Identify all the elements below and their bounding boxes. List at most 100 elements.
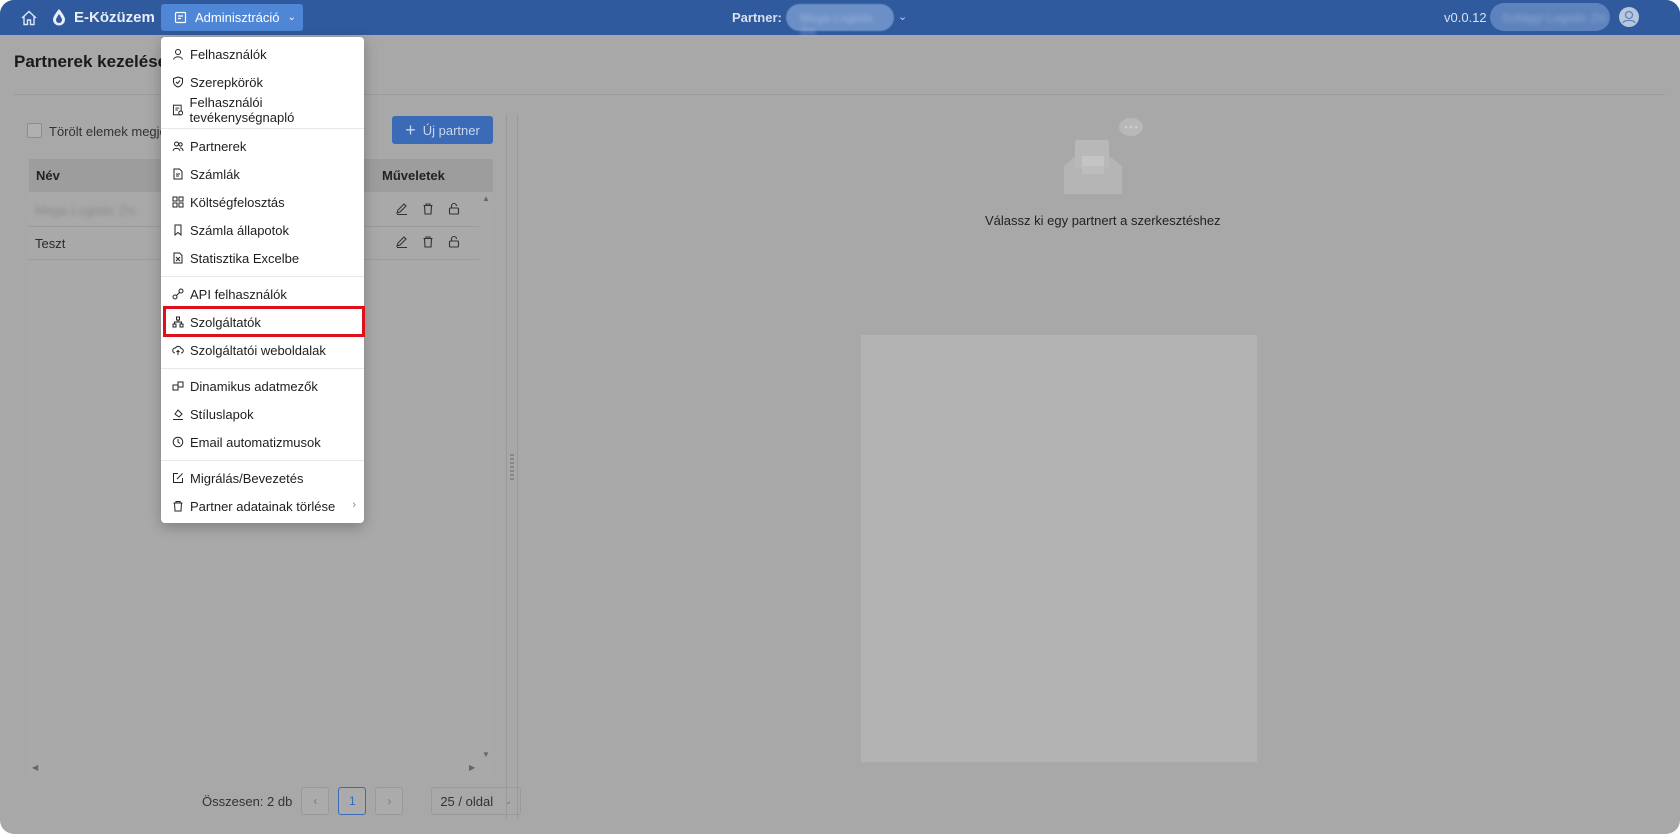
menu-item-tevekenysegnaplo[interactable]: Felhasználói tevékenységnapló	[161, 95, 364, 125]
prev-page-button[interactable]: ‹	[301, 787, 330, 815]
menu-item-label: Szolgáltatói weboldalak	[190, 342, 326, 358]
column-header-name[interactable]: Név	[36, 168, 60, 183]
chevron-down-icon: ⌄	[287, 12, 296, 23]
page-title: Partnerek kezelése	[14, 52, 168, 71]
app-name: E-Közüzem	[74, 8, 155, 26]
menu-item-szolgaltatoi-weboldalak[interactable]: Szolgáltatói weboldalak	[161, 336, 364, 364]
menu-item-label: Számlák	[190, 166, 240, 182]
row-name: Mega Logistic Zrt.	[35, 203, 139, 218]
chevron-right-icon: ›	[352, 499, 356, 511]
menu-item-label: Partner adatainak törlése	[190, 498, 336, 514]
cloud-upload-icon	[172, 345, 184, 355]
menu-item-stiluslapok[interactable]: Stíluslapok	[161, 400, 364, 428]
menu-item-dinamikus-adatmezok[interactable]: Dinamikus adatmezők	[161, 372, 364, 400]
admin-dropdown-menu: Felhasználók Szerepkörök Felhasználói te…	[161, 37, 364, 523]
admin-icon	[174, 11, 187, 24]
log-icon	[172, 104, 184, 116]
menu-item-koltsegfelosztas[interactable]: Költségfelosztás	[161, 188, 364, 216]
brand[interactable]: E-Közüzem	[52, 8, 155, 26]
detail-placeholder	[861, 335, 1257, 762]
pagination: Összesen: 2 db ‹ 1 › 25 / oldal ⌄	[202, 787, 522, 815]
next-page-button[interactable]: ›	[375, 787, 404, 815]
delete-icon[interactable]	[421, 235, 435, 249]
menu-divider	[161, 276, 364, 277]
admin-menu-button[interactable]: Adminisztráció ⌄	[161, 4, 303, 31]
user-menu[interactable]: Szilágyi Logistic Zrt.	[1490, 3, 1610, 31]
team-icon	[172, 141, 184, 152]
total-count: Összesen: 2 db	[202, 793, 293, 809]
drop-logo-icon	[53, 9, 65, 26]
unlock-icon[interactable]	[447, 235, 461, 249]
menu-item-partner-adatainak-torlese[interactable]: Partner adatainak törlése ›	[161, 492, 364, 520]
highlight-annotation	[163, 306, 365, 337]
edit-icon[interactable]	[395, 202, 409, 216]
unlock-icon[interactable]	[447, 202, 461, 216]
menu-item-label: Számla állapotok	[190, 222, 289, 238]
top-navbar: E-Közüzem Adminisztráció ⌄ Partner: Mega…	[0, 0, 1680, 39]
shield-icon	[173, 76, 183, 88]
user-avatar-icon	[1622, 10, 1636, 24]
menu-item-migralas-bevezetes[interactable]: Migrálás/Bevezetés	[161, 464, 364, 492]
chevron-down-icon[interactable]: ⌄	[898, 10, 907, 23]
menu-item-label: Felhasználói tevékenységnapló	[189, 95, 295, 125]
menu-item-label: Statisztika Excelbe	[190, 250, 300, 266]
scroll-right-arrow-icon[interactable]: ▶	[469, 763, 475, 772]
empty-inbox-icon	[1064, 118, 1143, 194]
scroll-down-arrow-icon[interactable]: ▼	[482, 750, 490, 759]
home-icon[interactable]	[20, 9, 38, 27]
menu-item-szamlak[interactable]: Számlák	[161, 160, 364, 188]
user-icon	[173, 49, 183, 60]
file-icon	[173, 168, 183, 180]
menu-item-label: Email automatizmusok	[190, 434, 321, 450]
scroll-left-arrow-icon[interactable]: ◀	[32, 763, 38, 772]
new-partner-label: Új partner	[422, 122, 480, 138]
menu-item-szamla-allapotok[interactable]: Számla állapotok	[161, 216, 364, 244]
page-size-value: 25 / oldal	[440, 793, 494, 809]
partner-select-value: Mega Logistic Zrt.	[800, 11, 875, 39]
menu-item-label: Költségfelosztás	[190, 194, 285, 210]
show-deleted-label: Törölt elemek megjel	[49, 124, 170, 139]
menu-item-label: Partnerek	[190, 138, 247, 154]
page-1-button[interactable]: 1	[338, 787, 367, 815]
drag-handle-icon[interactable]	[510, 454, 514, 480]
panel-splitter[interactable]	[506, 114, 518, 819]
fields-icon	[172, 381, 184, 391]
partner-label: Partner:	[732, 10, 782, 25]
menu-item-email-automatizmusok[interactable]: Email automatizmusok	[161, 428, 364, 456]
menu-item-label: Felhasználók	[190, 46, 267, 62]
delete-icon[interactable]	[421, 202, 435, 216]
admin-menu-label: Adminisztráció	[195, 10, 280, 25]
row-name: Teszt	[35, 236, 66, 251]
grid-icon	[172, 196, 184, 208]
user-name: Szilágyi Logistic Zrt.	[1502, 11, 1609, 25]
new-partner-button[interactable]: + Új partner	[392, 116, 493, 144]
menu-item-label: Dinamikus adatmezők	[190, 378, 318, 394]
app-window: E-Közüzem Adminisztráció ⌄ Partner: Mega…	[0, 0, 1680, 834]
row-actions	[395, 235, 461, 249]
menu-divider	[161, 368, 364, 369]
menu-item-statisztika-excelbe[interactable]: Statisztika Excelbe	[161, 244, 364, 272]
column-header-actions: Műveletek	[382, 168, 445, 183]
menu-item-felhasznalok[interactable]: Felhasználók	[161, 40, 364, 68]
trash-icon	[173, 501, 183, 512]
menu-item-api-felhasznalok[interactable]: API felhasználók	[161, 280, 364, 308]
excel-icon	[173, 252, 183, 264]
menu-item-label: Stíluslapok	[190, 406, 254, 422]
version-label: v0.0.12	[1444, 10, 1487, 25]
avatar[interactable]	[1619, 7, 1639, 27]
menu-item-szerepkorok[interactable]: Szerepkörök	[161, 68, 364, 96]
menu-item-label: Szerepkörök	[190, 74, 263, 90]
menu-divider	[161, 128, 364, 129]
menu-item-label: API felhasználók	[190, 286, 287, 302]
menu-item-label: Migrálás/Bevezetés	[190, 470, 304, 486]
show-deleted-checkbox[interactable]	[27, 123, 42, 138]
partner-select[interactable]: Mega Logistic Zrt.	[786, 4, 894, 39]
menu-item-partnerek[interactable]: Partnerek	[161, 132, 364, 160]
clock-icon	[172, 436, 184, 448]
menu-divider	[161, 460, 364, 461]
row-actions	[395, 202, 461, 216]
edit-icon[interactable]	[395, 235, 409, 249]
scroll-up-arrow-icon[interactable]: ▲	[482, 194, 490, 203]
empty-state-text: Válassz ki egy partnert a szerkesztéshez	[985, 213, 1221, 228]
api-icon	[172, 288, 184, 300]
